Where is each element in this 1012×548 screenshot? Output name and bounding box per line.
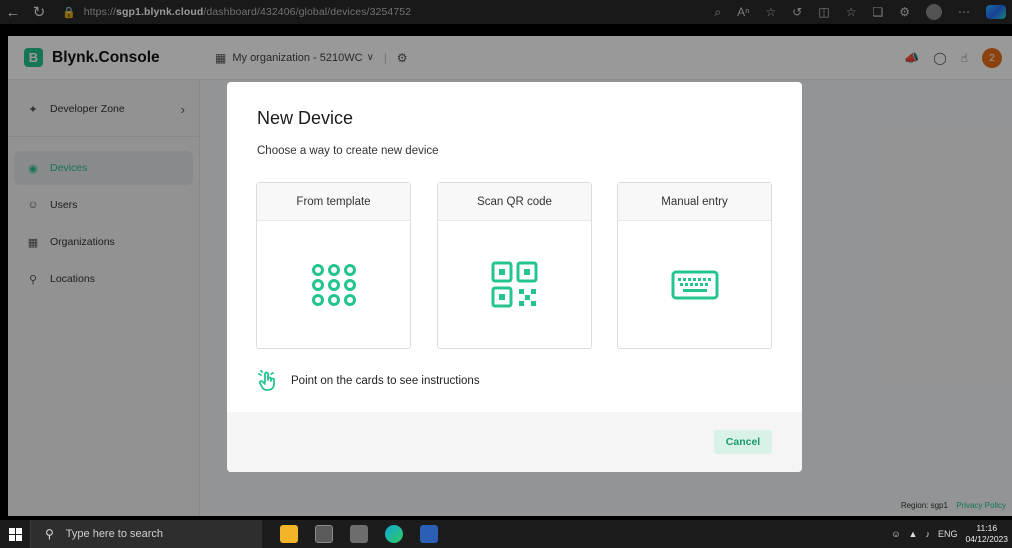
search-icon: ⚲ [45,527,54,541]
windows-taskbar: ⚲ Type here to search ☺ ▲ ♪ ENG 11:16 04… [0,520,1012,548]
cancel-button[interactable]: Cancel [714,430,772,454]
grid-dots-icon [311,263,356,306]
card-title: From template [257,183,410,221]
dialog-subtitle: Choose a way to create new device [257,145,439,157]
keyboard-icon [671,270,718,299]
from-template-card[interactable]: From template [256,182,411,349]
clock-date: 04/12/2023 [965,534,1008,544]
scan-qr-card[interactable]: Scan QR code [437,182,592,349]
language-indicator[interactable]: ENG [938,529,958,539]
people-icon[interactable]: ☺ [891,529,900,539]
edge-browser-icon[interactable] [385,525,403,543]
clock[interactable]: 11:16 04/12/2023 [965,523,1008,545]
dialog-footer: Cancel [227,412,802,472]
card-title: Scan QR code [438,183,591,221]
start-button[interactable] [0,520,30,548]
card-title: Manual entry [618,183,771,221]
manual-entry-card[interactable]: Manual entry [617,182,772,349]
pointer-hand-icon [258,370,275,391]
clock-time: 11:16 [976,523,998,533]
dialog-title: New Device [257,108,354,128]
file-explorer-icon[interactable] [280,525,298,543]
network-icon[interactable]: ▲ [909,529,918,539]
volume-icon[interactable]: ♪ [925,529,930,539]
keyboard-app-icon[interactable] [350,525,368,543]
search-placeholder: Type here to search [65,528,164,540]
instruction-hint: Point on the cards to see instructions [257,370,480,392]
calculator-app-icon[interactable] [315,525,333,543]
qr-code-icon [491,261,537,307]
windows-logo-icon [8,527,22,541]
word-app-icon[interactable] [420,525,438,543]
system-tray: ☺ ▲ ♪ ENG 11:16 04/12/2023 [891,520,1008,548]
hint-text: Point on the cards to see instructions [291,375,480,387]
taskbar-search[interactable]: ⚲ Type here to search [30,520,262,548]
new-device-dialog: New Device Choose a way to create new de… [227,82,802,472]
